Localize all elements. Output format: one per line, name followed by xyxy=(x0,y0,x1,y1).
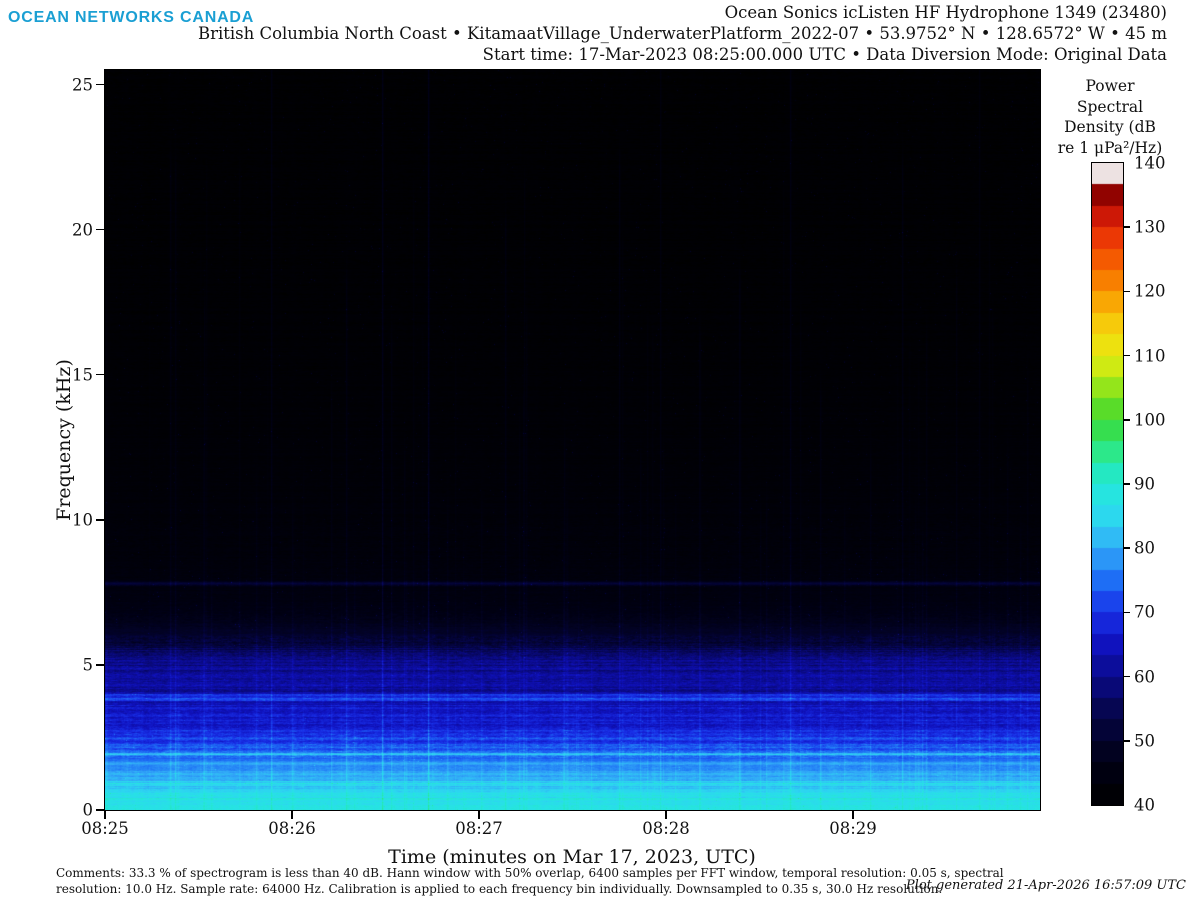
y-tick-label: 10 xyxy=(72,510,93,530)
x-tick-mark xyxy=(478,811,480,819)
y-tick-label: 15 xyxy=(72,365,93,385)
colorbar xyxy=(1090,161,1124,806)
title-line-location: British Columbia North Coast • KitamaatV… xyxy=(197,24,1167,43)
colorbar-tick-label: 110 xyxy=(1134,346,1166,366)
x-tick-label: 08:29 xyxy=(829,819,877,838)
y-tick-mark xyxy=(96,228,104,231)
y-tick-label: 25 xyxy=(72,75,93,94)
colorbar-tick-mark xyxy=(1123,290,1130,293)
colorbar-title-line: Density (dB xyxy=(1064,118,1156,136)
y-tick-mark xyxy=(96,664,104,666)
x-tick-mark xyxy=(665,811,667,819)
colorbar-canvas xyxy=(1091,162,1123,805)
colorbar-title-line: Spectral xyxy=(1076,97,1144,116)
colorbar-tick-mark xyxy=(1123,547,1130,549)
page: OCEAN NETWORKS CANADA Ocean Sonics icLis… xyxy=(0,0,1200,900)
spectrogram-plot-area xyxy=(103,68,1041,811)
plot-title-block: Ocean Sonics icListen HF Hydrophone 1349… xyxy=(198,2,1167,65)
title-line-start-time: Start time: 17-Mar-2023 08:25:00.000 UTC… xyxy=(482,45,1167,64)
x-tick-mark xyxy=(104,811,106,819)
colorbar-tick-mark xyxy=(1123,740,1130,742)
x-tick-label: 08:25 xyxy=(81,819,129,838)
x-tick-label: 08:27 xyxy=(455,819,503,838)
y-tick-label: 5 xyxy=(82,655,94,675)
y-tick-mark xyxy=(96,373,104,376)
colorbar-tick-mark xyxy=(1123,354,1130,357)
spectrogram-canvas xyxy=(104,69,1040,810)
colorbar-tick-label: 120 xyxy=(1134,281,1166,301)
x-tick-mark xyxy=(852,811,854,819)
colorbar-title: Power Spectral Density (dB re 1 μPa²/Hz) xyxy=(1040,76,1180,158)
y-tick-mark xyxy=(96,83,104,86)
y-tick-mark xyxy=(96,519,104,521)
colorbar-tick-label: 50 xyxy=(1134,731,1155,751)
colorbar-tick-mark xyxy=(1123,611,1130,614)
colorbar-tick-label: 60 xyxy=(1134,667,1155,687)
comments-line-1: Comments: 33.3 % of spectrogram is less … xyxy=(56,866,1004,880)
x-tick-label: 08:28 xyxy=(642,819,690,838)
y-tick-label: 20 xyxy=(72,220,93,240)
colorbar-tick-label: 80 xyxy=(1134,538,1155,558)
y-tick-mark xyxy=(96,809,104,811)
colorbar-tick-label: 100 xyxy=(1134,410,1166,430)
colorbar-tick-label: 40 xyxy=(1134,795,1155,815)
colorbar-tick-label: 90 xyxy=(1134,474,1155,494)
colorbar-title-line: re 1 μPa²/Hz) xyxy=(1057,138,1163,157)
colorbar-tick-label: 130 xyxy=(1134,217,1166,237)
plot-generated-timestamp: Plot generated 21-Apr-2026 16:57:09 UTC xyxy=(905,878,1186,893)
colorbar-tick-mark xyxy=(1123,675,1130,678)
title-line-instrument: Ocean Sonics icListen HF Hydrophone 1349… xyxy=(724,3,1167,22)
x-axis-label: Time (minutes on Mar 17, 2023, UTC) xyxy=(388,846,756,868)
x-tick-label: 08:26 xyxy=(268,819,316,838)
colorbar-title-line: Power xyxy=(1085,77,1135,95)
colorbar-tick-mark xyxy=(1123,483,1130,485)
comments-text: Comments: 33.3 % of spectrogram is less … xyxy=(56,866,1004,897)
colorbar-tick-mark xyxy=(1123,226,1130,228)
y-tick-label: 0 xyxy=(82,800,94,820)
y-axis-label: Frequency (kHz) xyxy=(53,359,75,521)
x-tick-mark xyxy=(291,811,293,819)
colorbar-tick-mark xyxy=(1123,419,1130,421)
comments-line-2: resolution: 10.0 Hz. Sample rate: 64000 … xyxy=(56,881,943,896)
colorbar-tick-label: 70 xyxy=(1134,602,1155,622)
